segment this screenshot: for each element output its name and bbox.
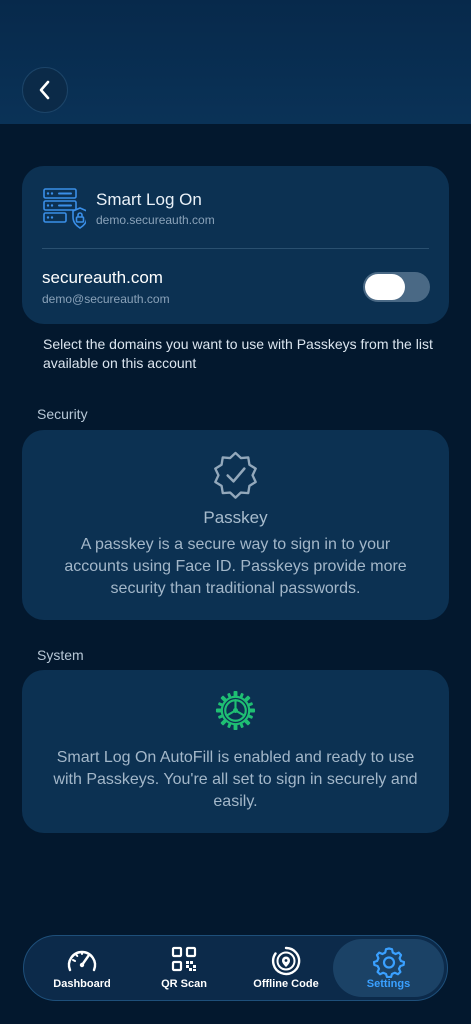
verified-badge-icon	[214, 451, 257, 499]
tab-dashboard[interactable]: Dashboard	[32, 936, 132, 1000]
bottom-tab-bar: Dashboard QR Scan Offline Code Settings	[23, 935, 448, 1001]
toggle-knob	[365, 274, 405, 300]
domain-email: demo@secureauth.com	[42, 292, 170, 306]
domain-name: secureauth.com	[42, 268, 163, 287]
account-card: Smart Log On demo.secureauth.com securea…	[22, 166, 449, 324]
top-header	[0, 0, 471, 124]
passkey-card: Passkey A passkey is a secure way to sig…	[22, 430, 449, 620]
qr-code-icon	[171, 946, 197, 972]
tab-settings-label: Settings	[366, 978, 411, 990]
app-name: Smart Log On	[96, 190, 202, 209]
speedometer-icon	[67, 950, 97, 972]
server-lock-icon	[43, 188, 86, 229]
back-button[interactable]	[22, 67, 68, 113]
tab-qr-scan-label: QR Scan	[161, 978, 207, 990]
security-section-label: Security	[37, 406, 88, 422]
tab-offline-code[interactable]: Offline Code	[234, 936, 338, 1000]
tab-offline-code-label: Offline Code	[253, 978, 319, 990]
domain-toggle[interactable]	[363, 272, 430, 302]
system-card: Smart Log On AutoFill is enabled and rea…	[22, 670, 449, 833]
autofill-status-text: Smart Log On AutoFill is enabled and rea…	[53, 749, 418, 810]
tab-qr-scan[interactable]: QR Scan	[134, 936, 234, 1000]
location-pin-icon	[271, 946, 301, 976]
passkey-description: A passkey is a secure way to sign in to …	[64, 536, 407, 597]
passkey-title: Passkey	[203, 508, 268, 527]
chevron-left-icon	[39, 80, 50, 100]
divider	[42, 248, 429, 249]
system-section-label: System	[37, 647, 84, 663]
app-domain: demo.secureauth.com	[96, 213, 215, 227]
tab-settings[interactable]: Settings	[333, 939, 444, 997]
tab-dashboard-label: Dashboard	[53, 978, 111, 990]
gear-icon	[215, 690, 256, 731]
gear-icon	[372, 947, 405, 978]
helper-text: Select the domains you want to use with …	[43, 336, 433, 371]
